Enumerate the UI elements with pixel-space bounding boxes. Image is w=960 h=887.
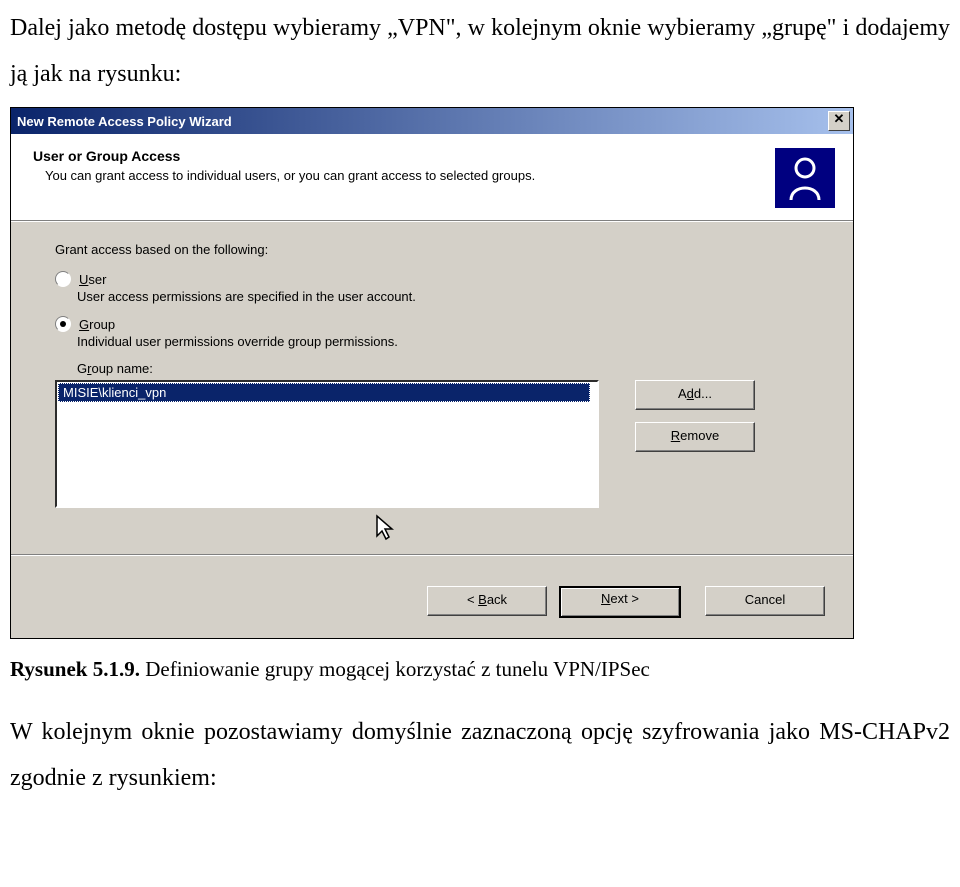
separator	[11, 554, 853, 556]
next-button[interactable]: Next >	[559, 586, 681, 618]
cancel-button[interactable]: Cancel	[705, 586, 825, 616]
radio-group-label: Group	[79, 317, 115, 332]
back-button[interactable]: < Back	[427, 586, 547, 616]
group-listbox[interactable]: MISIE\klienci_vpn	[55, 380, 599, 508]
grant-access-label: Grant access based on the following:	[55, 242, 809, 257]
titlebar: New Remote Access Policy Wizard ✕	[11, 108, 853, 134]
wizard-footer: < Back Next > Cancel	[11, 586, 853, 638]
wizard-body: Grant access based on the following: Use…	[11, 221, 853, 586]
radio-user-label: User	[79, 272, 106, 287]
radio-user[interactable]: User	[55, 271, 809, 287]
radio-icon	[55, 316, 71, 332]
wizard-step-title: User or Group Access	[33, 148, 761, 164]
radio-group-description: Individual user permissions override gro…	[77, 334, 809, 349]
wizard-header: User or Group Access You can grant acces…	[11, 134, 853, 221]
group-name-label: Group name:	[77, 361, 809, 376]
window-title: New Remote Access Policy Wizard	[17, 114, 828, 129]
list-item[interactable]: MISIE\klienci_vpn	[58, 383, 590, 402]
radio-user-description: User access permissions are specified in…	[77, 289, 809, 304]
add-button[interactable]: Add...	[635, 380, 755, 410]
wizard-step-description: You can grant access to individual users…	[45, 168, 665, 185]
wizard-user-icon	[775, 148, 835, 208]
figure-caption: Rysunek 5.1.9. Definiowanie grupy mogące…	[10, 657, 950, 682]
close-icon[interactable]: ✕	[828, 111, 850, 131]
wizard-dialog: New Remote Access Policy Wizard ✕ User o…	[10, 107, 854, 639]
cursor-icon	[375, 514, 809, 542]
doc-outro-text: W kolejnym oknie pozostawiamy domyślnie …	[10, 710, 950, 801]
radio-icon	[55, 271, 71, 287]
remove-button[interactable]: Remove	[635, 422, 755, 452]
radio-group[interactable]: Group	[55, 316, 809, 332]
doc-intro-text: Dalej jako metodę dostępu wybieramy „VPN…	[10, 6, 950, 97]
